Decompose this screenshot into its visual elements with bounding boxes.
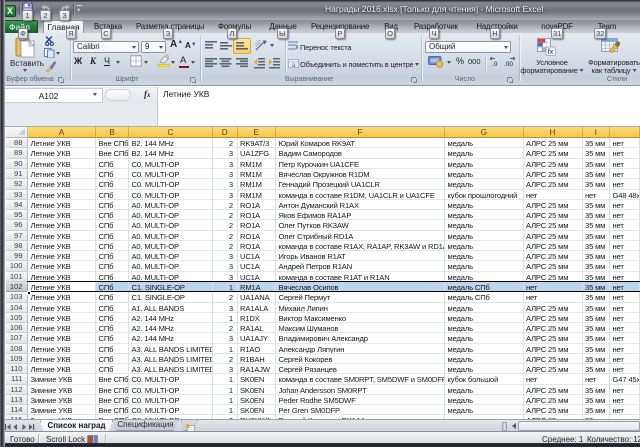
svg-text:.0: .0 [492,61,498,67]
svg-text:fx: fx [548,49,554,56]
svg-text:ab: ab [254,39,264,49]
svg-text:.00: .00 [504,61,513,67]
